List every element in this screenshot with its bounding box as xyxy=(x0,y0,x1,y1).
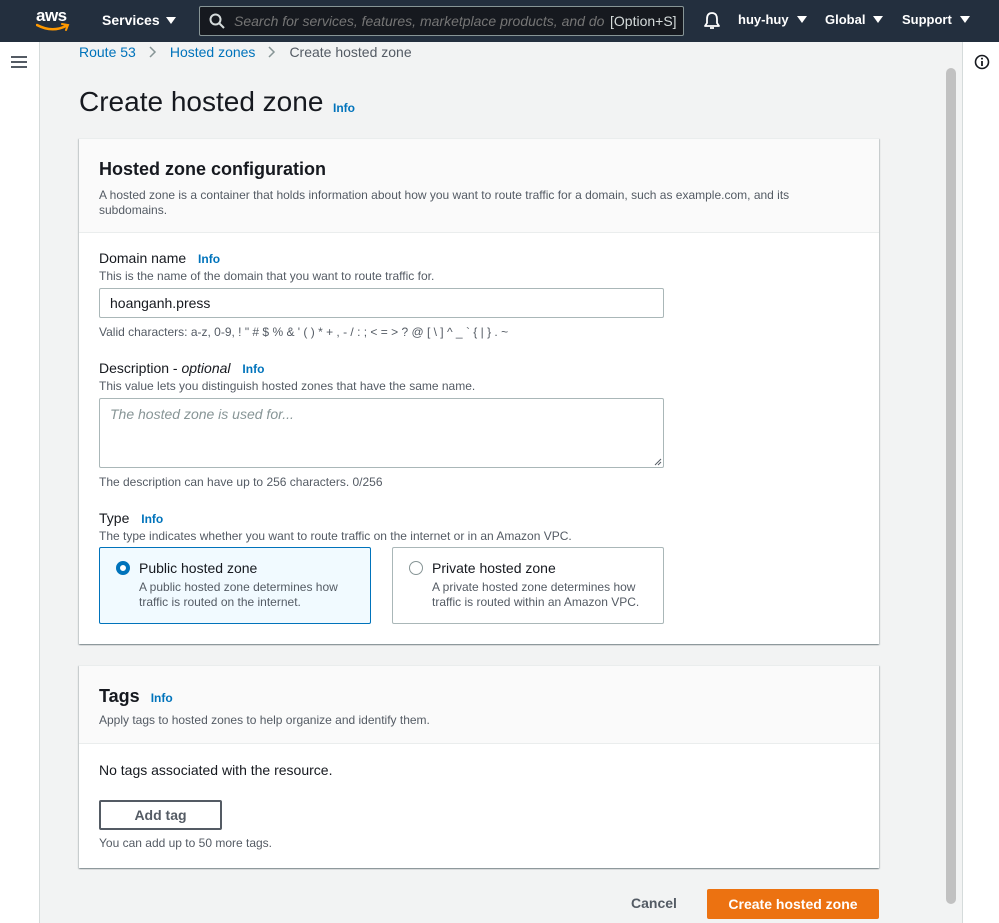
description-label-text: Description - xyxy=(99,360,182,376)
tags-description: Apply tags to hosted zones to help organ… xyxy=(99,713,430,727)
description-optional-text: optional xyxy=(181,360,231,376)
hosted-zone-config-panel: Hosted zone configuration A hosted zone … xyxy=(79,138,879,644)
domain-name-label-text: Domain name xyxy=(99,250,187,266)
notifications-bell-icon[interactable] xyxy=(703,11,721,30)
tags-title-text: Tags xyxy=(99,686,140,706)
caret-down-icon xyxy=(796,16,807,23)
domain-name-input[interactable]: hoanganh.press xyxy=(99,288,664,318)
account-label: huy-huy xyxy=(738,12,789,27)
private-option-title: Private hosted zone xyxy=(432,560,556,576)
domain-name-constraint: Valid characters: a-z, 0-9, ! " # $ % & … xyxy=(99,325,509,339)
description-placeholder: The hosted zone is used for... xyxy=(110,406,294,422)
services-menu[interactable]: Services xyxy=(102,12,176,28)
type-label: Type Info xyxy=(99,510,163,526)
caret-down-icon xyxy=(165,16,176,24)
global-search[interactable]: [Option+S] xyxy=(199,6,684,36)
type-info-link[interactable]: Info xyxy=(141,512,163,526)
panel-header: Hosted zone configuration A hosted zone … xyxy=(79,139,879,233)
breadcrumb-hosted-zones[interactable]: Hosted zones xyxy=(170,44,256,60)
public-option-title: Public hosted zone xyxy=(139,560,258,576)
breadcrumb-current: Create hosted zone xyxy=(289,44,412,60)
tags-panel: Tags Info Apply tags to hosted zones to … xyxy=(79,665,879,868)
caret-down-icon xyxy=(873,16,884,23)
tags-title: Tags Info xyxy=(99,686,859,707)
account-menu[interactable]: huy-huy xyxy=(738,12,807,27)
tags-info-link[interactable]: Info xyxy=(151,691,173,705)
chevron-right-icon xyxy=(149,46,156,58)
private-option-description: A private hosted zone determines how tra… xyxy=(432,580,640,609)
tools-panel xyxy=(962,42,999,923)
tags-limit-text: You can add up to 50 more tags. xyxy=(99,836,273,850)
left-sidebar xyxy=(0,42,40,923)
caret-down-icon xyxy=(959,16,970,23)
services-label: Services xyxy=(102,12,160,28)
chevron-right-icon xyxy=(268,46,276,58)
public-hosted-zone-option[interactable]: Public hosted zone A public hosted zone … xyxy=(99,547,371,624)
public-option-description: A public hosted zone determines how traf… xyxy=(139,580,338,609)
breadcrumb: Route 53 Hosted zones Create hosted zone xyxy=(79,44,412,60)
top-navigation: aws Services [Option+S] huy-huy Global S… xyxy=(0,0,999,42)
panel-title: Hosted zone configuration xyxy=(99,159,326,179)
info-icon[interactable] xyxy=(974,54,990,70)
description-constraint: The description can have up to 256 chara… xyxy=(99,475,383,489)
description-textarea[interactable]: The hosted zone is used for... xyxy=(99,398,664,468)
description-help: This value lets you distinguish hosted z… xyxy=(99,379,476,393)
support-menu[interactable]: Support xyxy=(902,12,970,27)
aws-smile-icon xyxy=(36,23,70,31)
description-info-link[interactable]: Info xyxy=(242,362,264,376)
domain-name-label: Domain name Info xyxy=(99,250,220,266)
add-tag-button[interactable]: Add tag xyxy=(99,800,222,830)
page-title: Create hosted zone xyxy=(79,86,324,117)
search-icon xyxy=(209,13,225,29)
domain-info-link[interactable]: Info xyxy=(198,252,220,266)
breadcrumb-route53[interactable]: Route 53 xyxy=(79,44,136,60)
search-input[interactable] xyxy=(234,13,604,29)
type-description: The type indicates whether you want to r… xyxy=(99,529,572,543)
region-menu[interactable]: Global xyxy=(825,12,884,27)
cancel-button[interactable]: Cancel xyxy=(631,895,677,911)
search-shortcut: [Option+S] xyxy=(610,13,677,29)
domain-name-value: hoanganh.press xyxy=(110,295,211,311)
resize-handle-icon[interactable] xyxy=(654,458,662,466)
create-hosted-zone-button[interactable]: Create hosted zone xyxy=(707,889,879,919)
domain-name-description: This is the name of the domain that you … xyxy=(99,269,435,283)
description-label: Description - optional Info xyxy=(99,360,264,376)
private-radio[interactable] xyxy=(409,561,423,575)
aws-logo[interactable]: aws xyxy=(36,6,72,34)
panel-description: A hosted zone is a container that holds … xyxy=(99,188,790,217)
menu-icon[interactable] xyxy=(11,56,27,70)
type-label-text: Type xyxy=(99,510,130,526)
public-radio[interactable] xyxy=(116,561,130,575)
scrollbar[interactable] xyxy=(946,68,956,904)
no-tags-text: No tags associated with the resource. xyxy=(99,762,333,778)
page-info-link[interactable]: Info xyxy=(333,101,355,115)
private-hosted-zone-option[interactable]: Private hosted zone A private hosted zon… xyxy=(392,547,664,624)
tags-panel-header: Tags Info Apply tags to hosted zones to … xyxy=(79,666,879,744)
region-label: Global xyxy=(825,12,866,27)
support-label: Support xyxy=(902,12,952,27)
